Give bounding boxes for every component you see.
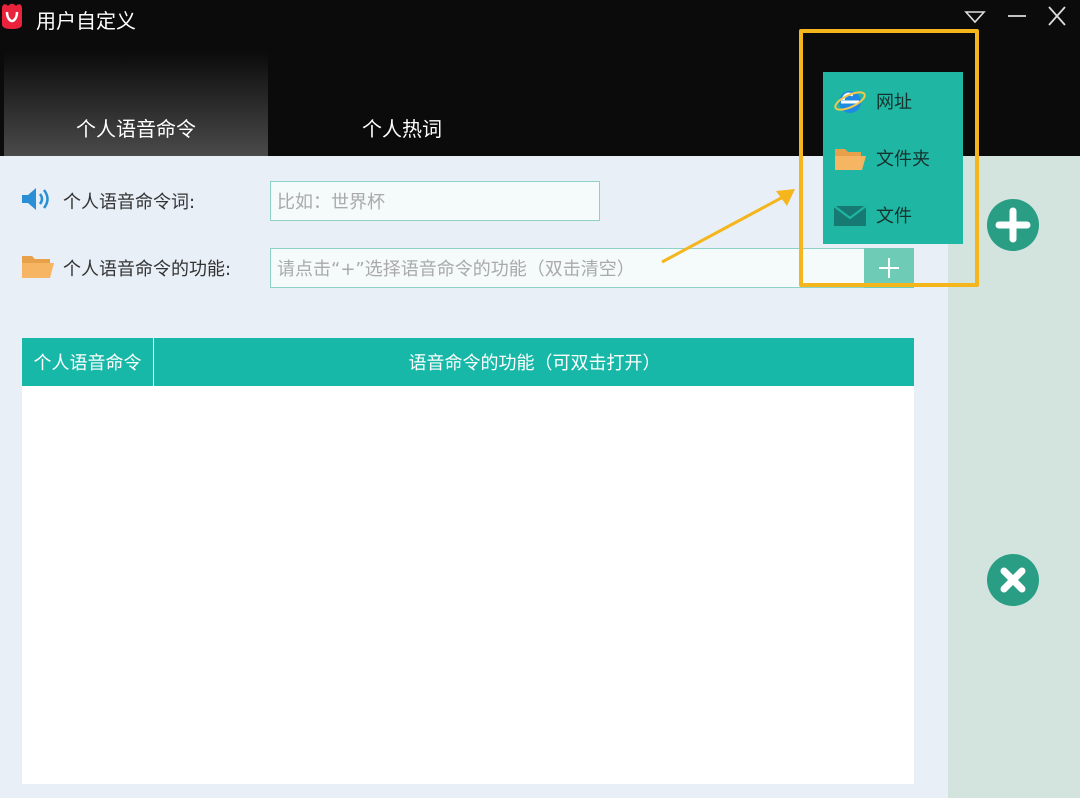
annotation-arrow <box>661 189 795 264</box>
